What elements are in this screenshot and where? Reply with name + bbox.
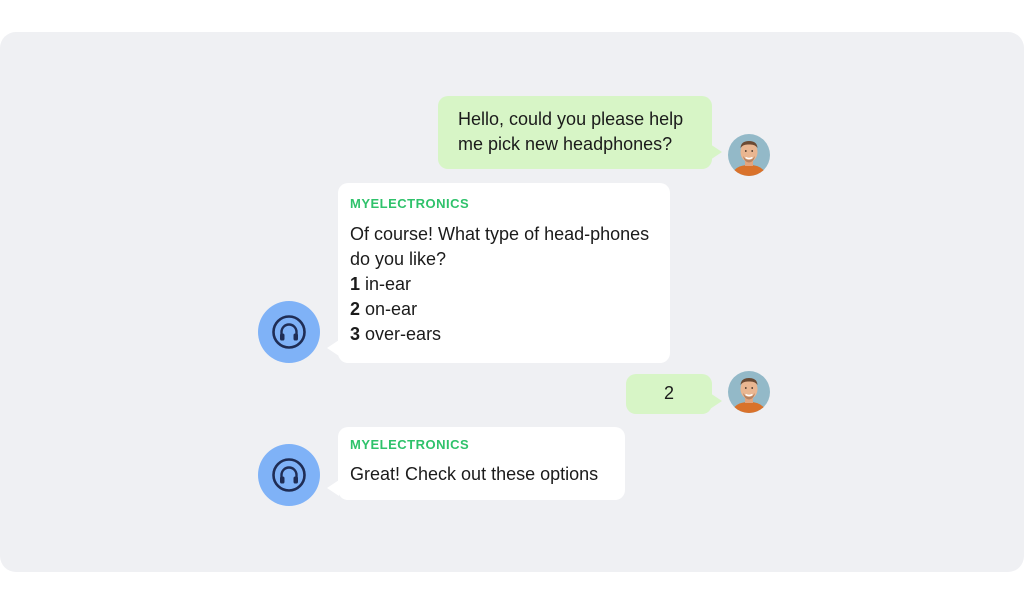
headphones-icon: [272, 458, 306, 492]
sender-name: MYELECTRONICS: [350, 196, 470, 211]
user-avatar: [728, 134, 770, 176]
sender-name: MYELECTRONICS: [350, 437, 470, 452]
option-number: 1: [350, 274, 361, 294]
bot-message-bubble: MYELECTRONICS Of course! What type of he…: [338, 183, 670, 363]
user-avatar: [728, 371, 770, 413]
user-avatar-icon: [728, 134, 770, 176]
bot-message-bubble: MYELECTRONICS Great! Check out these opt…: [338, 427, 625, 500]
message-text: Of course! What type of head-phones: [350, 224, 650, 244]
option-label: in-ear: [365, 274, 412, 294]
message-text: Hello, could you please help: [458, 109, 684, 129]
bubble-tail: [710, 393, 722, 409]
message-text: do you like?: [350, 249, 447, 269]
bot-avatar: [258, 444, 320, 506]
headphones-icon: [272, 315, 306, 349]
option-label: over-ears: [365, 324, 442, 344]
message-text: me pick new headphones?: [458, 134, 673, 154]
message-text: 2: [663, 383, 674, 403]
bubble-tail: [710, 144, 722, 160]
message-text: Great! Check out these options: [350, 464, 599, 484]
bot-avatar: [258, 301, 320, 363]
option-number: 2: [350, 299, 361, 319]
option-item: 2 on-ear: [350, 297, 658, 322]
option-item: 3 over-ears: [350, 322, 658, 347]
option-label: on-ear: [365, 299, 418, 319]
user-message-bubble: 2: [626, 374, 712, 414]
option-number: 3: [350, 324, 361, 344]
user-message-bubble: Hello, could you please help me pick new…: [438, 96, 712, 169]
user-avatar-icon: [728, 371, 770, 413]
option-item: 1 in-ear: [350, 272, 658, 297]
